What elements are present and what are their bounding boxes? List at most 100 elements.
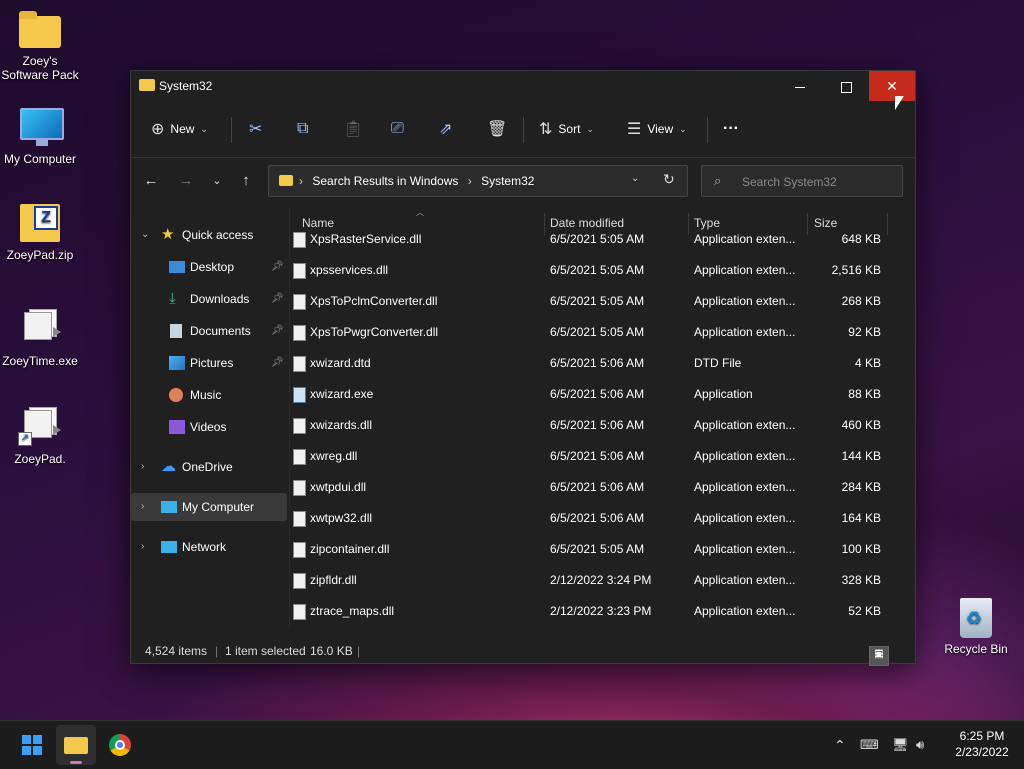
- desktop-icon-software-pack[interactable]: Zoey's Software Pack: [0, 10, 80, 82]
- folder-icon: [64, 737, 88, 754]
- sidebar-item-documents[interactable]: Documents 📌︎: [131, 317, 287, 345]
- sidebar-item-label: Documents: [190, 324, 251, 338]
- table-row[interactable]: XpsToPclmConverter.dll 6/5/2021 5:05 AM Ap…: [291, 286, 891, 317]
- documents-icon: [170, 324, 182, 338]
- pane-splitter[interactable]: [289, 209, 290, 629]
- exe-icon: [18, 309, 62, 350]
- file-size: 2,516 KB: [831, 263, 881, 277]
- file-name: XpsToPclmConverter.dll: [310, 294, 438, 308]
- more-icon: ···: [723, 120, 739, 137]
- file-list: ︿ Name Date modified Type Size XpsRaster…: [291, 209, 915, 633]
- pin-icon[interactable]: 📌︎: [271, 285, 284, 313]
- paste-button[interactable]: 📋︎: [343, 117, 369, 141]
- volume-icon[interactable]: 🔊︎: [916, 721, 924, 769]
- table-row[interactable]: xwreg.dll 6/5/2021 5:06 AM Application ext…: [291, 441, 891, 472]
- file-type: Application exten...: [694, 263, 796, 277]
- navigation-pane: ⌄ ★ Quick access Desktop 📌︎ ⤓ Downloads …: [131, 209, 289, 629]
- up-button[interactable]: ↑: [236, 171, 256, 191]
- file-icon: [293, 232, 306, 248]
- table-row[interactable]: zipfldr.dll 2/12/2022 3:24 PM Application …: [291, 565, 891, 596]
- pictures-icon: [169, 356, 185, 370]
- sidebar-item-downloads[interactable]: ⤓ Downloads 📌︎: [131, 285, 287, 313]
- table-row[interactable]: XpsRasterService.dll 6/5/2021 5:05 AM Appl…: [291, 224, 891, 255]
- maximize-button[interactable]: [823, 71, 869, 101]
- desktop-icon-my-computer[interactable]: My Computer: [0, 108, 80, 166]
- taskbar-chrome[interactable]: [100, 725, 140, 765]
- chevron-right-icon: ›: [141, 461, 145, 472]
- file-size: 284 KB: [841, 480, 881, 494]
- table-row[interactable]: xwizard.dtd 6/5/2021 5:06 AM DTD File 4 KB: [291, 348, 891, 379]
- breadcrumb-separator: ›: [299, 174, 303, 188]
- large-icons-view-icon[interactable]: ▣: [869, 646, 889, 666]
- show-hidden-icons-button[interactable]: ⌃: [834, 721, 846, 769]
- file-name: zipfldr.dll: [310, 573, 357, 587]
- sidebar-item-quick-access[interactable]: ⌄ ★ Quick access: [131, 221, 287, 249]
- pin-icon[interactable]: 📌︎: [271, 253, 284, 281]
- search-box[interactable]: ⌕ Search System32: [701, 165, 903, 197]
- start-button[interactable]: [12, 725, 52, 765]
- sidebar-item-onedrive[interactable]: › ☁ OneDrive: [131, 453, 287, 481]
- table-row[interactable]: zipcontainer.dll 6/5/2021 5:05 AM Applicat…: [291, 534, 891, 565]
- new-button[interactable]: ⊕ New ⌄: [151, 117, 208, 141]
- table-row[interactable]: ztrace_maps.dll 2/12/2022 3:23 PM Applicat…: [291, 596, 891, 627]
- folder-icon: [18, 10, 62, 50]
- taskbar-file-explorer[interactable]: [56, 725, 96, 765]
- delete-button[interactable]: 🗑︎: [487, 117, 513, 141]
- address-bar[interactable]: › Search Results in Windows › System32 ⌄…: [268, 165, 688, 197]
- table-row[interactable]: xwtpw32.dll 6/5/2021 5:06 AM Application e…: [291, 503, 891, 534]
- sort-icon: ⇅: [539, 121, 553, 138]
- new-label: New: [170, 122, 195, 136]
- breadcrumb-system32[interactable]: System32: [481, 174, 534, 188]
- sidebar-item-label: Quick access: [182, 228, 254, 242]
- table-row[interactable]: xwizard.exe 6/5/2021 5:06 AM Application 88…: [291, 379, 891, 410]
- sidebar-item-label: OneDrive: [182, 460, 233, 474]
- sort-button[interactable]: ⇅ Sort ⌄: [539, 117, 594, 141]
- file-date: 2/12/2022 3:24 PM: [550, 573, 652, 587]
- title-bar[interactable]: System32 ✕: [131, 71, 915, 101]
- table-row[interactable]: xwtpdui.dll 6/5/2021 5:06 AM Application e…: [291, 472, 891, 503]
- table-row[interactable]: xwizards.dll 6/5/2021 5:06 AM Application …: [291, 410, 891, 441]
- sidebar-item-my-computer[interactable]: › My Computer: [131, 493, 287, 521]
- clock[interactable]: 6:25 PM 2/23/2022: [944, 728, 1020, 760]
- rename-button[interactable]: ⎚: [391, 117, 410, 141]
- back-button[interactable]: ←: [141, 171, 161, 191]
- sidebar-item-desktop[interactable]: Desktop 📌︎: [131, 253, 287, 281]
- view-button[interactable]: ☰ View ⌄: [627, 117, 687, 141]
- copy-button[interactable]: ⧉: [297, 117, 314, 141]
- more-options-button[interactable]: ···: [723, 117, 739, 141]
- cut-button[interactable]: ✂: [249, 117, 268, 141]
- sidebar-item-label: Videos: [190, 420, 227, 434]
- desktop-icon-zoeypad-zip[interactable]: Z ZoeyPad.zip: [0, 204, 80, 262]
- table-row[interactable]: xpsservices.dll 6/5/2021 5:05 AM Applicati…: [291, 255, 891, 286]
- star-icon: ★: [161, 226, 175, 243]
- table-row[interactable]: XpsToPwgrConverter.dll 6/5/2021 5:05 AM Ap…: [291, 317, 891, 348]
- file-icon: [293, 449, 306, 465]
- folder-icon: [279, 175, 293, 186]
- close-button[interactable]: ✕: [869, 71, 915, 101]
- sidebar-item-pictures[interactable]: Pictures 📌︎: [131, 349, 287, 377]
- keyboard-icon[interactable]: ⌨: [860, 721, 879, 769]
- refresh-icon[interactable]: ↻: [663, 171, 675, 188]
- chevron-down-icon[interactable]: ⌄: [631, 173, 639, 184]
- sidebar-item-network[interactable]: › Network: [131, 533, 287, 561]
- desktop-icon-zoeytime-exe[interactable]: ZoeyTime.exe: [0, 309, 80, 368]
- file-type: Application exten...: [694, 480, 796, 494]
- network-status-icon[interactable]: 🖥︎: [892, 721, 909, 769]
- file-size: 164 KB: [841, 511, 881, 525]
- file-type: Application exten...: [694, 325, 796, 339]
- sidebar-item-videos[interactable]: Videos: [131, 413, 287, 441]
- file-size: 268 KB: [841, 294, 881, 308]
- pin-icon[interactable]: 📌︎: [271, 317, 284, 345]
- share-button[interactable]: ⇗: [439, 117, 458, 141]
- file-icon: [293, 356, 306, 372]
- cloud-icon: ☁: [161, 458, 176, 475]
- minimize-button[interactable]: [777, 71, 823, 101]
- breadcrumb-search-results[interactable]: Search Results in Windows: [312, 174, 458, 188]
- file-name: XpsToPwgrConverter.dll: [310, 325, 439, 339]
- sidebar-item-music[interactable]: Music: [131, 381, 287, 409]
- recent-locations-button[interactable]: ⌄: [207, 171, 227, 191]
- desktop-icon-recycle-bin[interactable]: ♻ Recycle Bin: [936, 598, 1016, 656]
- pin-icon[interactable]: 📌︎: [271, 349, 284, 377]
- desktop-icon-zoeypad-shortcut[interactable]: ↗ ZoeyPad.: [0, 407, 80, 466]
- forward-button[interactable]: →: [176, 171, 196, 191]
